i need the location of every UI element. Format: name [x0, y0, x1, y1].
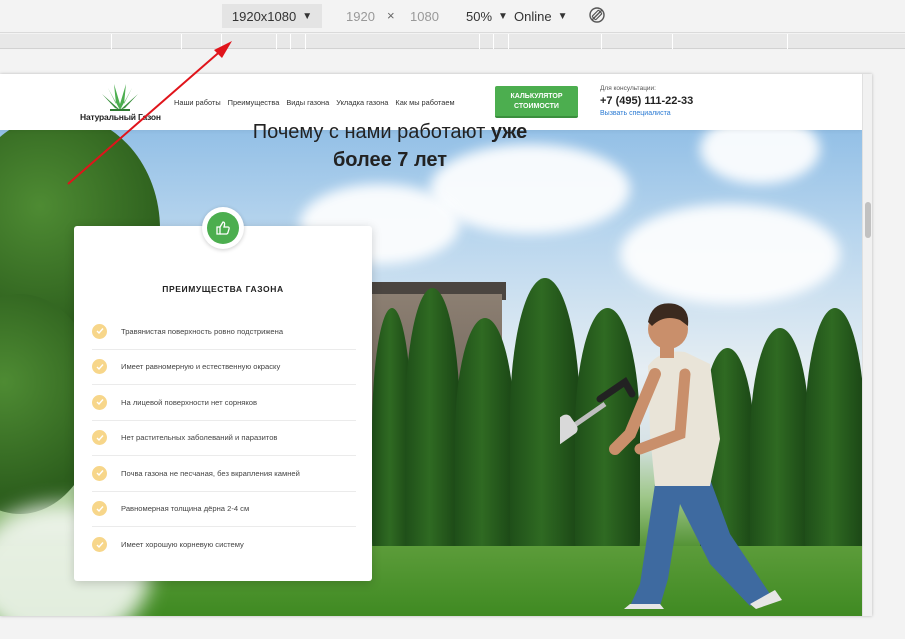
ruler-tick — [290, 34, 291, 49]
devtools-device-toolbar: 1920x1080 ▼ 1920 × 1080 50% ▼ Online ▼ — [0, 0, 905, 33]
hedge — [405, 288, 460, 558]
site-logo[interactable]: Натуральный Газон — [80, 80, 161, 126]
list-item: Нет растительных заболеваний и паразитов — [92, 421, 356, 456]
page-scrollbar[interactable] — [862, 74, 872, 616]
section-headline: Почему с нами работают уже более 7 лет — [200, 118, 580, 174]
caret-down-icon: ▼ — [557, 11, 568, 22]
headline-line-2: более 7 лет — [332, 149, 448, 171]
ruler-tick — [221, 34, 222, 49]
advantage-text: Имеет хорошую корневую систему — [121, 540, 244, 550]
ruler-tick — [479, 34, 480, 49]
list-item: Равномерная толщина дёрна 2-4 см — [92, 492, 356, 527]
caret-down-icon: ▼ — [498, 11, 508, 22]
thumbs-up-badge — [202, 207, 244, 249]
headline-text: Почему с нами работают — [252, 121, 491, 143]
ruler-tick — [493, 34, 494, 49]
device-dimensions-label: 1920x1080 — [231, 8, 297, 24]
nav-link-advantages[interactable]: Преимущества — [228, 98, 280, 107]
scrollbar-thumb[interactable] — [865, 202, 871, 238]
phone-number[interactable]: +7 (495) 111-22-33 — [600, 95, 720, 107]
headline-bold-word: уже — [490, 121, 528, 143]
advantage-text: Почва газона не песчаная, без вкрапления… — [121, 468, 300, 478]
caret-down-icon: ▼ — [302, 10, 313, 22]
zoom-label: 50% — [466, 9, 493, 24]
main-nav: Наши работы Преимущества Виды газона Укл… — [174, 98, 455, 107]
height-input[interactable]: 1080 — [410, 9, 439, 24]
ruler-tick — [181, 34, 182, 49]
nav-link-works[interactable]: Наши работы — [174, 98, 221, 107]
list-item: Почва газона не песчаная, без вкрапления… — [92, 456, 356, 492]
check-icon — [92, 501, 107, 517]
advantage-text: Травянистая поверхность ровно подстрижен… — [121, 326, 284, 336]
check-icon — [92, 430, 107, 446]
ruler-tick — [508, 34, 509, 49]
network-label: Online — [514, 9, 552, 24]
advantages-list: Травянистая поверхность ровно подстрижен… — [92, 314, 356, 563]
call-specialist-link[interactable]: Вызвать специалиста — [600, 110, 720, 117]
grass-logo-icon — [102, 84, 138, 111]
ruler-tick — [672, 34, 673, 49]
ruler-tick — [111, 34, 112, 49]
advantage-text: Равномерная толщина дёрна 2-4 см — [121, 504, 250, 514]
check-icon — [92, 359, 107, 375]
advantage-text: Имеет равномерную и естественную окраску — [121, 362, 281, 372]
list-item: Имеет равномерную и естественную окраску — [92, 350, 356, 385]
nav-link-how-we-work[interactable]: Как мы работаем — [395, 98, 454, 107]
zoom-dropdown[interactable]: 50% ▼ — [466, 9, 508, 24]
ruler-tick — [601, 34, 602, 49]
list-item: Имеет хорошую корневую систему — [92, 527, 356, 563]
calculator-button-line1: КАЛЬКУЛЯТОР — [510, 93, 563, 100]
dimension-separator: × — [387, 8, 395, 23]
headline-line-1: Почему с нами работают уже — [200, 118, 580, 146]
check-icon — [92, 465, 107, 481]
advantage-text: Нет растительных заболеваний и паразитов — [121, 433, 278, 443]
device-dimensions-dropdown[interactable]: 1920x1080 ▼ — [222, 4, 322, 28]
man-with-lawnmower-image — [560, 303, 782, 609]
page-viewport: Натуральный Газон Наши работы Преимущест… — [0, 74, 872, 616]
consultation-label: Для консультации: — [600, 85, 656, 92]
hedge — [805, 308, 862, 558]
consultation-block: Для консультации: +7 (495) 111-22-33 Выз… — [600, 85, 720, 117]
width-input[interactable]: 1920 — [346, 9, 375, 24]
advantage-text: На лицевой поверхности нет сорняков — [121, 397, 258, 407]
check-icon — [92, 323, 107, 339]
calculator-button[interactable]: КАЛЬКУЛЯТОР СТОИМОСТИ — [495, 86, 578, 118]
list-item: Травянистая поверхность ровно подстрижен… — [92, 314, 356, 350]
nav-link-installation[interactable]: Укладка газона — [336, 98, 388, 107]
calculator-button-line2: СТОИМОСТИ — [514, 103, 559, 110]
logo-text: Натуральный Газон — [80, 112, 161, 122]
nav-link-lawn-types[interactable]: Виды газона — [286, 98, 329, 107]
ruler-tick — [787, 34, 788, 49]
hedge — [455, 318, 515, 558]
list-item: На лицевой поверхности нет сорняков — [92, 385, 356, 421]
media-query-ruler[interactable] — [0, 34, 905, 49]
advantages-card: ПРЕИМУЩЕСТВА ГАЗОНА Травянистая поверхно… — [74, 226, 372, 581]
ruler-tick — [276, 34, 277, 49]
ruler-tick — [305, 34, 306, 49]
advantages-title: ПРЕИМУЩЕСТВА ГАЗОНА — [162, 284, 284, 294]
check-icon — [92, 394, 107, 410]
thumbs-up-icon — [207, 212, 239, 244]
check-icon — [92, 537, 107, 553]
rotate-icon[interactable] — [588, 6, 606, 24]
network-throttle-dropdown[interactable]: Online ▼ — [514, 9, 567, 24]
